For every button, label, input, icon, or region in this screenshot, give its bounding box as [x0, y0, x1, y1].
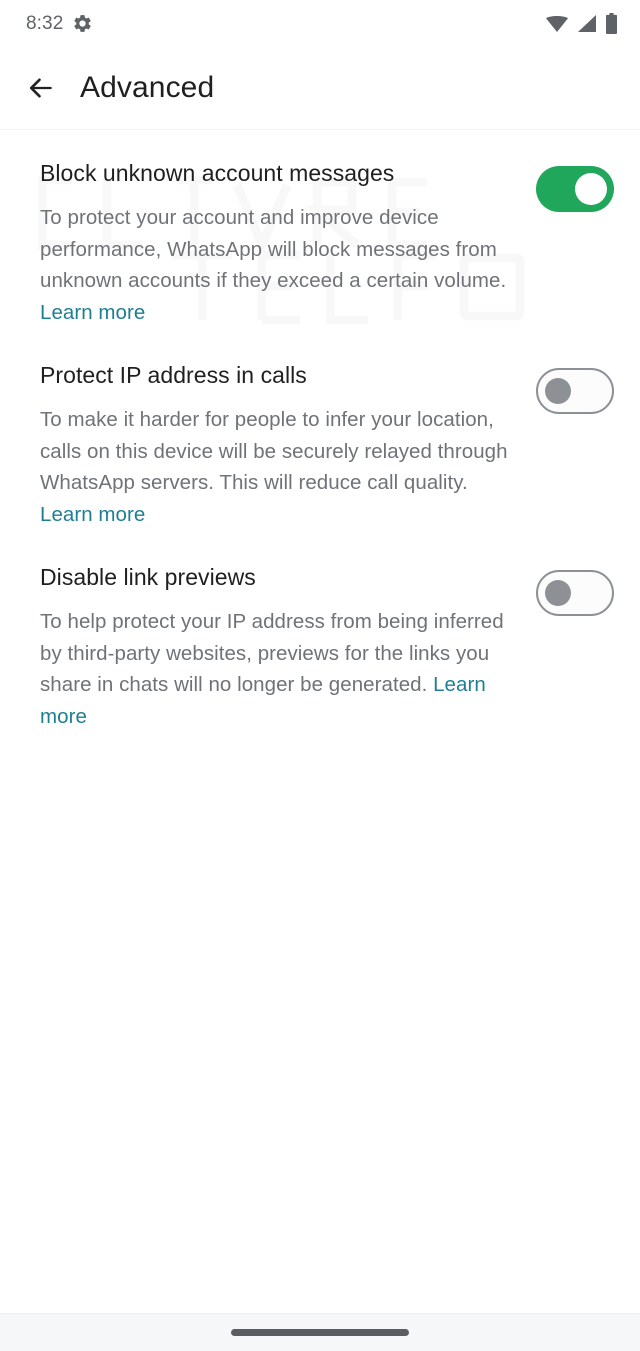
status-bar: 8:32 [0, 0, 640, 46]
toggle-disable-link-previews[interactable] [536, 570, 614, 616]
status-bar-clock: 8:32 [26, 12, 64, 34]
setting-text-disable-link-previews: Disable link previews To help protect yo… [40, 566, 536, 732]
setting-description: To make it harder for people to infer yo… [40, 404, 514, 530]
settings-list: Block unknown account messages To protec… [0, 130, 640, 1313]
setting-description-text: To protect your account and improve devi… [40, 206, 507, 292]
setting-description-text: To make it harder for people to infer yo… [40, 408, 508, 494]
setting-title: Disable link previews [40, 564, 256, 590]
learn-more-link[interactable]: Learn more [40, 301, 145, 324]
setting-text-block: Block unknown account messages To protec… [40, 162, 536, 328]
setting-text-protect-ip: Protect IP address in calls To make it h… [40, 364, 536, 530]
app-bar: Advanced [0, 46, 640, 130]
setting-row-protect-ip-address-in-calls[interactable]: Protect IP address in calls To make it h… [0, 346, 640, 548]
setting-title: Block unknown account messages [40, 160, 395, 186]
back-arrow-icon [26, 73, 56, 103]
toggle-knob [575, 173, 607, 205]
setting-description: To protect your account and improve devi… [40, 202, 514, 328]
gear-icon [72, 13, 93, 34]
phone-screen: 8:32 Advanced Block unknown account mess… [0, 0, 640, 1351]
learn-more-link[interactable]: Learn more [40, 503, 145, 526]
toggle-protect-ip-address-in-calls[interactable] [536, 368, 614, 414]
gesture-home-handle[interactable] [231, 1329, 409, 1336]
cellular-signal-icon [576, 14, 598, 33]
battery-icon [605, 12, 618, 34]
setting-title: Protect IP address in calls [40, 362, 307, 388]
status-bar-right [545, 12, 618, 34]
back-button[interactable] [24, 71, 58, 105]
navigation-bar [0, 1313, 640, 1351]
toggle-knob [545, 378, 571, 404]
setting-row-disable-link-previews[interactable]: Disable link previews To help protect yo… [0, 548, 640, 750]
wifi-icon [545, 14, 569, 33]
setting-row-block-unknown-account-messages[interactable]: Block unknown account messages To protec… [0, 144, 640, 346]
status-bar-left: 8:32 [26, 13, 93, 34]
toggle-block-unknown-account-messages[interactable] [536, 166, 614, 212]
setting-description: To help protect your IP address from bei… [40, 606, 514, 732]
page-title: Advanced [80, 70, 215, 104]
toggle-knob [545, 580, 571, 606]
